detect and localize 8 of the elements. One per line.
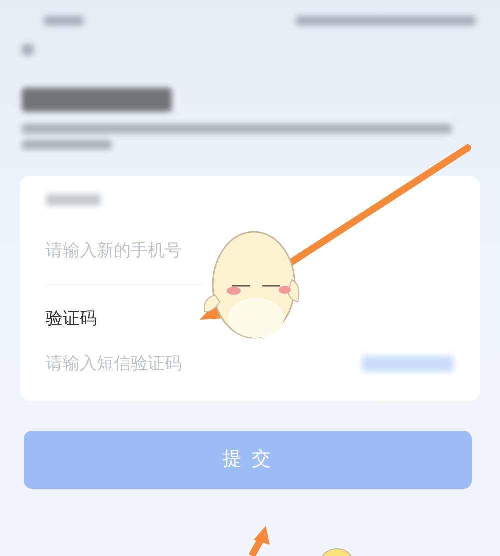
mascot-sticker-drawing	[320, 548, 354, 556]
code-input-field[interactable]: 请输入短信验证码	[46, 348, 291, 378]
code-label: 验证码	[46, 308, 98, 331]
get-code-button-blurred[interactable]	[362, 356, 454, 372]
status-time-blurred	[44, 16, 84, 26]
field-label-blurred	[46, 194, 101, 206]
pointer-arrow	[248, 526, 270, 556]
phone-input-field[interactable]: 请输入新的手机号	[46, 236, 291, 266]
